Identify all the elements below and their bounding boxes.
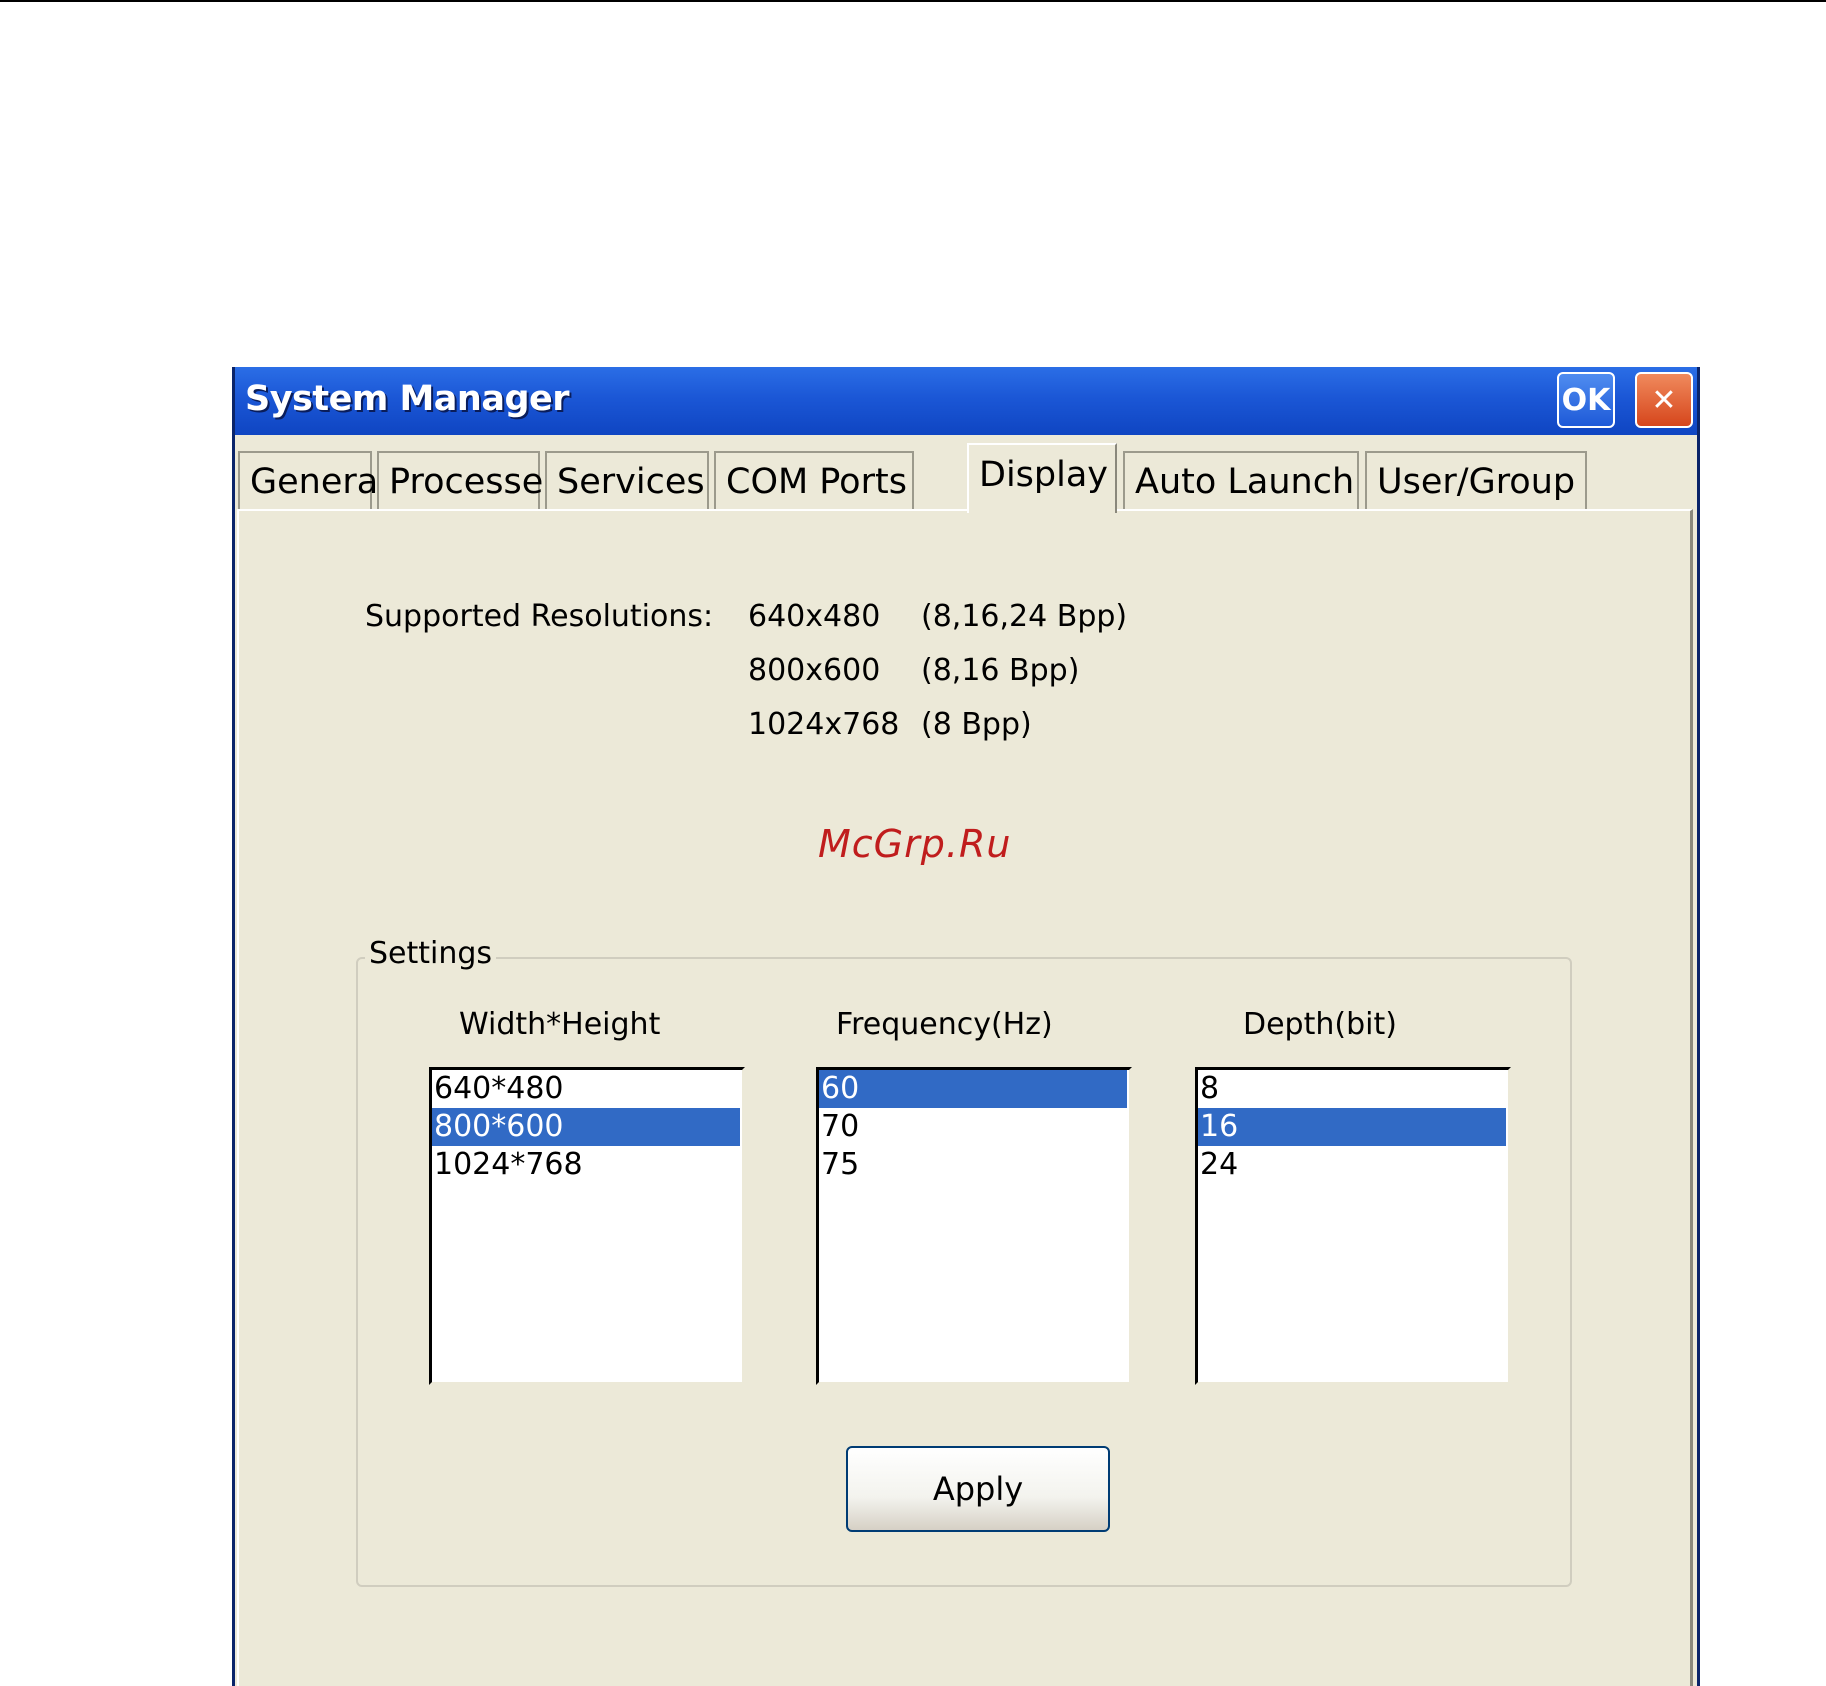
close-icon: ✕ [1651,382,1677,418]
supported-resolution-3: 1024x768 [748,707,900,742]
tab-user-group[interactable]: User/Group [1365,451,1587,511]
title-bar[interactable]: System Manager OK ✕ [235,367,1697,435]
ok-button[interactable]: OK [1557,372,1615,428]
close-button[interactable]: ✕ [1635,372,1693,428]
list-item-selected[interactable]: 16 [1198,1108,1506,1146]
supported-resolution-2: 800x600 [748,653,881,688]
depth-header: Depth(bit) [1243,1007,1397,1042]
list-item[interactable]: 24 [1198,1146,1506,1184]
apply-button[interactable]: Apply [846,1446,1110,1532]
width-height-header: Width*Height [459,1007,661,1042]
page-top-rule [0,0,1826,2]
display-tab-page: Supported Resolutions: 640x480 (8,16,24 … [237,509,1693,1686]
list-item[interactable]: 75 [819,1146,1127,1184]
supported-resolutions-label: Supported Resolutions: [365,599,714,634]
frequency-listbox[interactable]: 60 70 75 [816,1067,1132,1385]
window-title: System Manager [245,379,570,419]
supported-resolution-1: 640x480 [748,599,881,634]
supported-bpp-2: (8,16 Bpp) [921,653,1080,688]
list-item[interactable]: 70 [819,1108,1127,1146]
depth-listbox[interactable]: 8 16 24 [1195,1067,1511,1385]
tab-processes[interactable]: Processes [377,451,562,511]
list-item[interactable]: 8 [1198,1070,1506,1108]
tab-services[interactable]: Services [545,451,709,511]
system-manager-window: System Manager OK ✕ General Processes Se… [232,367,1700,1686]
tab-display[interactable]: Display [967,443,1117,513]
supported-bpp-3: (8 Bpp) [921,707,1032,742]
watermark-text: McGrp.Ru [818,822,1012,866]
tab-auto-launch[interactable]: Auto Launch [1123,451,1359,511]
list-item[interactable]: 640*480 [432,1070,740,1108]
tab-general[interactable]: General [238,451,388,511]
list-item[interactable]: 1024*768 [432,1146,740,1184]
width-height-listbox[interactable]: 640*480 800*600 1024*768 [429,1067,745,1385]
settings-group-title: Settings [365,936,497,971]
tab-com-ports[interactable]: COM Ports [714,451,914,511]
list-item-selected[interactable]: 60 [819,1070,1127,1108]
supported-bpp-1: (8,16,24 Bpp) [921,599,1128,634]
list-item-selected[interactable]: 800*600 [432,1108,740,1146]
frequency-header: Frequency(Hz) [836,1007,1053,1042]
